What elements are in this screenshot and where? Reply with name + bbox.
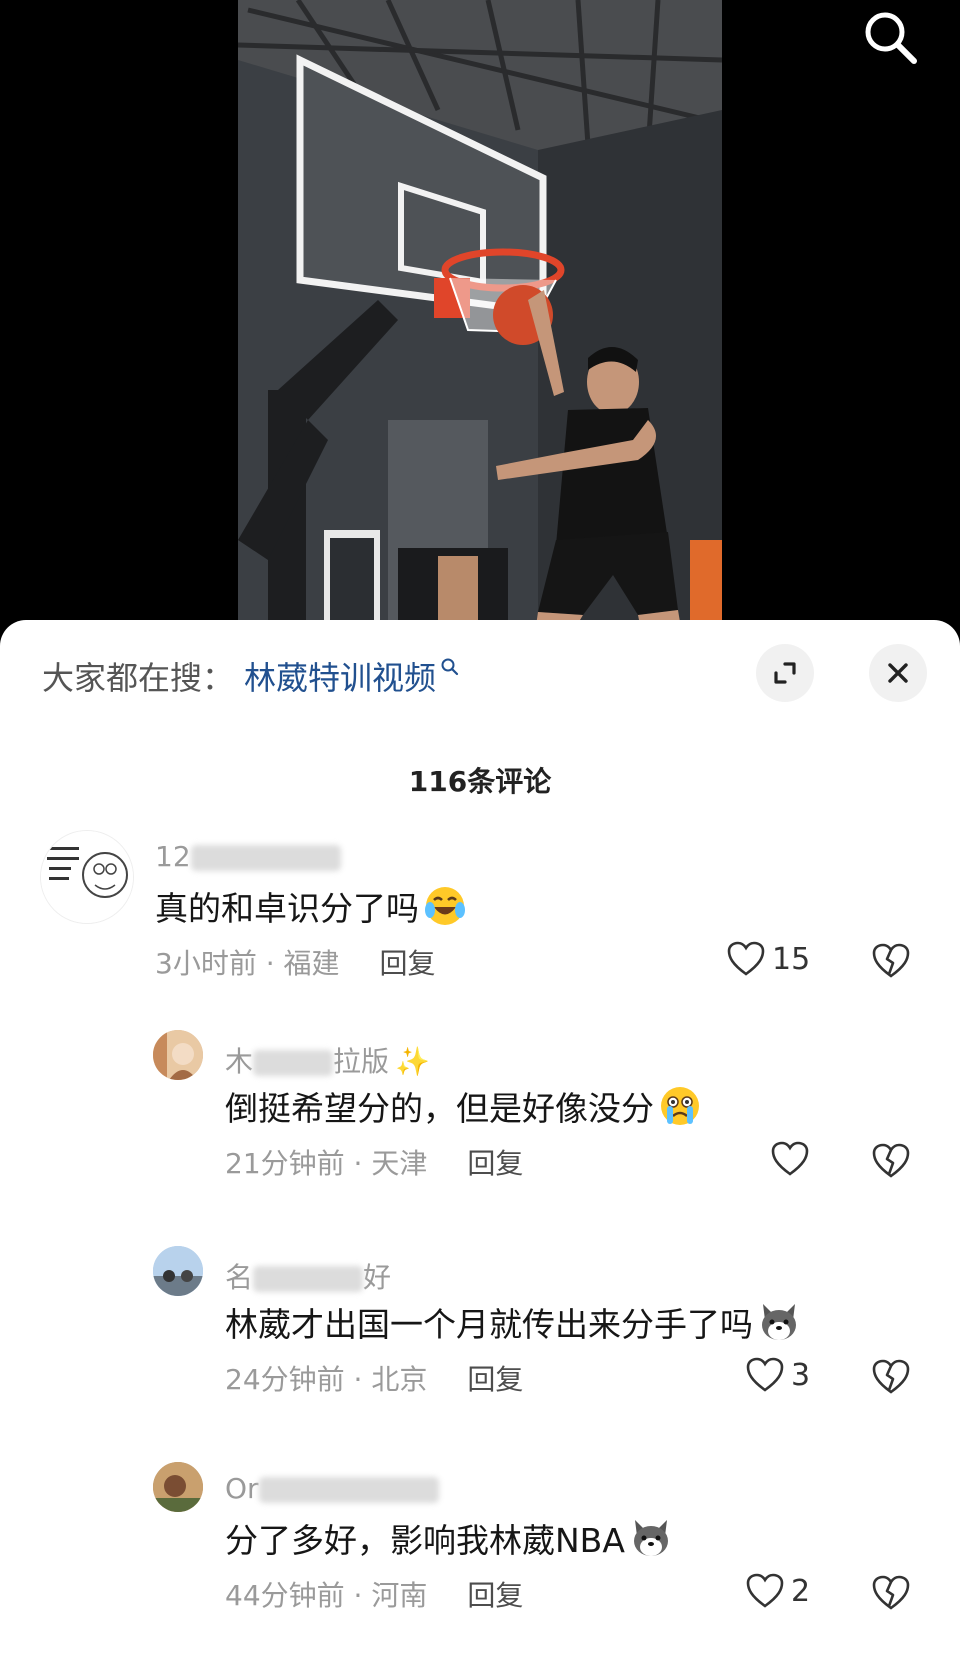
username-text: Or [225, 1472, 259, 1505]
heart-icon [746, 1357, 784, 1392]
username-redaction [253, 1266, 364, 1292]
username-tail: 拉版 [333, 1045, 390, 1078]
username-text: 木 [225, 1045, 254, 1078]
comment-text: 分了多好，影响我林葳NBA [225, 1514, 673, 1562]
broken-heart-icon [872, 1143, 910, 1178]
close-icon [888, 663, 908, 683]
search-button[interactable] [858, 6, 922, 70]
username[interactable]: 12 [155, 840, 341, 873]
comment-count-title: 116条评论 [408, 765, 552, 798]
dog-emoji-icon [633, 1520, 668, 1556]
comment-text-body: 真的和卓识分了吗 [155, 889, 419, 928]
comment-text-body: 分了多好，影响我林葳NBA [225, 1521, 625, 1560]
comment-location: 北京 [371, 1363, 428, 1396]
comment-location: 福建 [283, 947, 340, 980]
like-count: 2 [791, 1573, 811, 1609]
reply-comment-item: 木 拉版 ✨ 倒挺希望分的，但是好像没分 21分钟前 · 天津 回复 [0, 1030, 960, 1210]
search-icon [865, 12, 917, 64]
username-redaction [253, 1050, 334, 1076]
comment-location: 天津 [371, 1147, 428, 1180]
comment-meta: 3小时前 · 福建 回复 [155, 942, 436, 982]
meta-separator: · [344, 1579, 372, 1612]
username-redaction [190, 845, 341, 871]
expand-icon [774, 662, 796, 684]
like-count: 15 [772, 941, 811, 977]
avatar[interactable] [40, 830, 134, 924]
comment-time: 21分钟前 [225, 1147, 345, 1180]
hot-search-link[interactable]: 林葳特训视频 [244, 653, 436, 699]
avatar[interactable] [153, 1246, 203, 1296]
reply-comment-item: 名好 林葳才出国一个月就传出来分手了吗 24分钟前 · 北京 回复 3 [0, 1246, 960, 1426]
heart-icon [746, 1573, 784, 1608]
avatar[interactable] [153, 1462, 203, 1512]
comment-meta: 24分钟前 · 北京 回复 [225, 1358, 523, 1398]
comment-sheet: 大家都在搜： 林葳特训视频 116条评论 12 真的和卓识分了吗 3小时前 · … [0, 620, 960, 1676]
comment-text: 真的和卓识分了吗 [155, 882, 467, 930]
video-player[interactable] [0, 0, 960, 640]
reply-button[interactable]: 回复 [380, 947, 436, 980]
comment-meta: 21分钟前 · 天津 回复 [225, 1142, 523, 1182]
expand-button[interactable] [756, 644, 814, 702]
broken-heart-icon [872, 1359, 910, 1394]
video-still [238, 0, 722, 640]
heart-icon [771, 1141, 809, 1176]
reply-button[interactable]: 回复 [467, 1147, 523, 1180]
reply-comment-item: Or 分了多好，影响我林葳NBA 44分钟前 · 河南 回复 2 [0, 1462, 960, 1642]
comment-text-body: 林葳才出国一个月就传出来分手了吗 [225, 1305, 753, 1344]
comment-meta: 44分钟前 · 河南 回复 [225, 1574, 523, 1614]
broken-heart-icon [872, 1575, 910, 1610]
username[interactable]: 木 拉版 ✨ [225, 1040, 430, 1080]
like-count: 3 [791, 1357, 811, 1393]
crying-emoji-icon [661, 1087, 699, 1125]
like-button[interactable]: 3 [745, 1356, 810, 1394]
dislike-button[interactable] [871, 1574, 911, 1616]
comment-item: 12 真的和卓识分了吗 3小时前 · 福建 回复 15 [0, 830, 960, 1010]
username-redaction [258, 1477, 439, 1503]
small-search-icon [441, 658, 459, 676]
reply-button[interactable]: 回复 [467, 1579, 523, 1612]
hot-search-label: 大家都在搜： [42, 659, 235, 697]
hot-search-bar: 大家都在搜： 林葳特训视频 [42, 654, 460, 698]
dislike-button[interactable] [871, 1358, 911, 1400]
video-frame[interactable] [238, 0, 722, 640]
username[interactable]: 名好 [225, 1256, 391, 1296]
dislike-button[interactable] [871, 1142, 911, 1184]
broken-heart-icon [872, 943, 910, 978]
like-button[interactable]: 2 [745, 1572, 810, 1610]
like-button[interactable] [770, 1140, 816, 1178]
comment-location: 河南 [371, 1579, 428, 1612]
koala-sparkle-emoji: ✨ [395, 1045, 430, 1078]
avatar-photo-image [153, 1246, 203, 1296]
avatar[interactable] [153, 1030, 203, 1080]
username[interactable]: Or [225, 1472, 439, 1505]
meta-separator: · [344, 1363, 372, 1396]
comment-text: 倒挺希望分的，但是好像没分 [225, 1082, 702, 1130]
dog-emoji-icon [762, 1304, 796, 1340]
reply-button[interactable]: 回复 [467, 1363, 523, 1396]
comment-time: 44分钟前 [225, 1579, 345, 1612]
avatar-doraemon-image [41, 831, 133, 923]
meta-separator: · [344, 1147, 372, 1180]
heart-icon [727, 941, 765, 976]
like-button[interactable]: 15 [726, 940, 810, 978]
username-text: 名 [225, 1261, 254, 1294]
comment-text-body: 倒挺希望分的，但是好像没分 [225, 1089, 654, 1128]
comment-time: 3小时前 [155, 947, 257, 980]
close-button[interactable] [869, 644, 927, 702]
laughing-crying-emoji-icon [425, 887, 465, 925]
dislike-button[interactable] [871, 942, 911, 984]
meta-separator: · [256, 947, 284, 980]
comment-time: 24分钟前 [225, 1363, 345, 1396]
avatar-photo-image [153, 1030, 203, 1080]
comment-text: 林葳才出国一个月就传出来分手了吗 [225, 1298, 801, 1346]
username-tail: 好 [363, 1261, 392, 1294]
avatar-photo-image [153, 1462, 203, 1512]
username-text: 12 [155, 840, 191, 873]
